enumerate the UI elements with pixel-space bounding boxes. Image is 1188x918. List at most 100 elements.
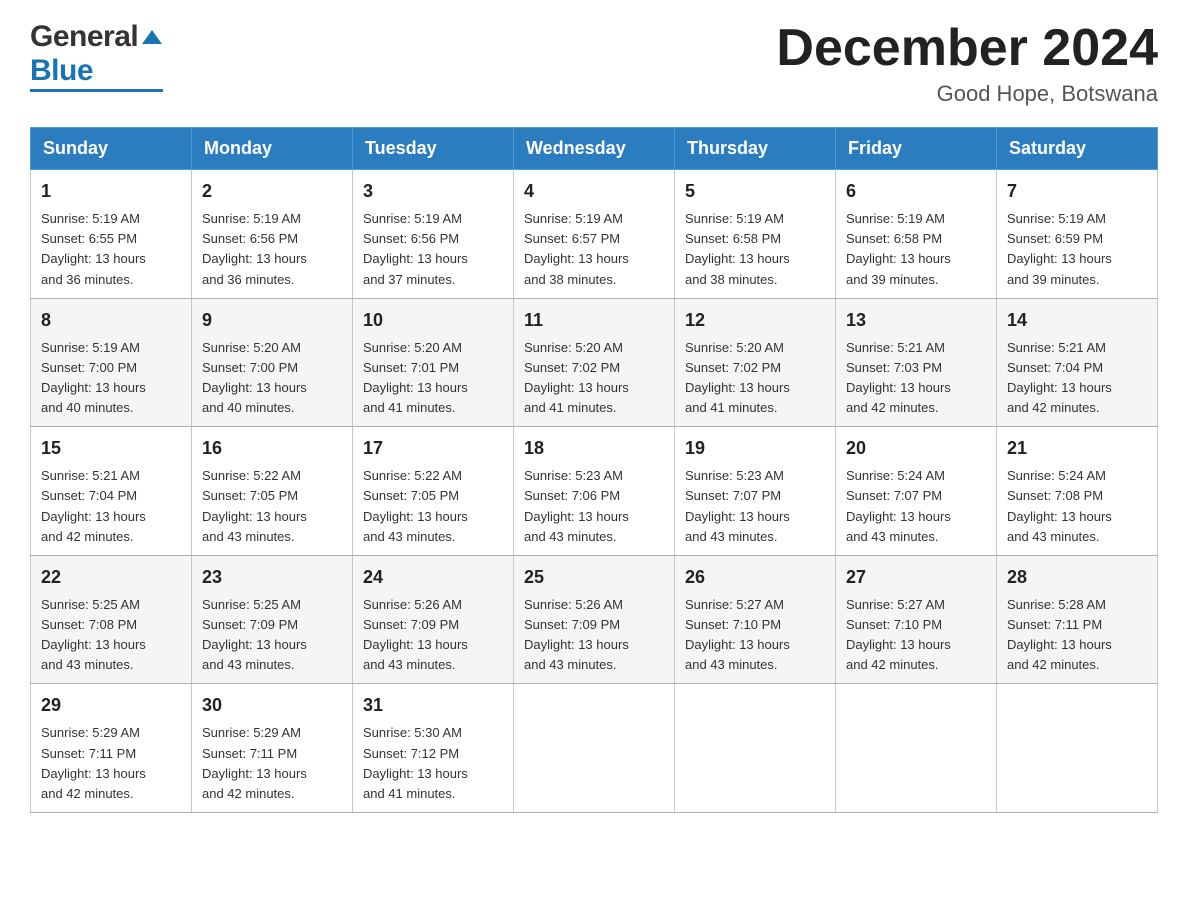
day-number: 28 [1007, 564, 1147, 591]
calendar-cell: 4Sunrise: 5:19 AMSunset: 6:57 PMDaylight… [514, 170, 675, 299]
calendar-cell: 30 Sunrise: 5:29 AMSunset: 7:11 PMDayligh… [192, 684, 353, 813]
day-info: Sunrise: 5:20 AMSunset: 7:02 PMDaylight:… [685, 338, 825, 419]
day-number: 29 [41, 692, 181, 719]
calendar-cell: 31 Sunrise: 5:30 AMSunset: 7:12 PMDayligh… [353, 684, 514, 813]
calendar-cell [514, 684, 675, 813]
day-info: Sunrise: 5:20 AMSunset: 7:00 PMDaylight:… [202, 338, 342, 419]
calendar-cell: 13 Sunrise: 5:21 AMSunset: 7:03 PMDayligh… [836, 298, 997, 427]
day-info: Sunrise: 5:19 AMSunset: 6:57 PMDaylight:… [524, 209, 664, 290]
calendar-cell: 27 Sunrise: 5:27 AMSunset: 7:10 PMDayligh… [836, 555, 997, 684]
calendar-cell: 16 Sunrise: 5:22 AMSunset: 7:05 PMDayligh… [192, 427, 353, 556]
week-row-2: 8 Sunrise: 5:19 AMSunset: 7:00 PMDaylight… [31, 298, 1158, 427]
day-number: 18 [524, 435, 664, 462]
day-number: 13 [846, 307, 986, 334]
logo-arrow-icon [141, 26, 163, 53]
calendar-cell: 23 Sunrise: 5:25 AMSunset: 7:09 PMDayligh… [192, 555, 353, 684]
calendar-cell: 28 Sunrise: 5:28 AMSunset: 7:11 PMDayligh… [997, 555, 1158, 684]
day-number: 22 [41, 564, 181, 591]
day-info: Sunrise: 5:26 AMSunset: 7:09 PMDaylight:… [524, 595, 664, 676]
calendar-title: December 2024 [776, 20, 1158, 77]
day-number: 25 [524, 564, 664, 591]
header: General Blue December 2024 Good Hope, Bo… [30, 20, 1158, 107]
day-info: Sunrise: 5:19 AMSunset: 6:58 PMDaylight:… [685, 209, 825, 290]
title-block: December 2024 Good Hope, Botswana [776, 20, 1158, 107]
day-info: Sunrise: 5:21 AMSunset: 7:04 PMDaylight:… [1007, 338, 1147, 419]
calendar-cell: 5 Sunrise: 5:19 AMSunset: 6:58 PMDaylight… [675, 170, 836, 299]
day-number: 17 [363, 435, 503, 462]
logo-blue-row: Blue [30, 54, 93, 88]
calendar-cell [836, 684, 997, 813]
day-number: 3 [363, 178, 503, 205]
day-info: Sunrise: 5:22 AMSunset: 7:05 PMDaylight:… [202, 466, 342, 547]
logo: General Blue [30, 20, 163, 92]
day-info: Sunrise: 5:20 AMSunset: 7:01 PMDaylight:… [363, 338, 503, 419]
calendar-cell: 18 Sunrise: 5:23 AMSunset: 7:06 PMDayligh… [514, 427, 675, 556]
col-tuesday: Tuesday [353, 128, 514, 170]
calendar-cell: 15Sunrise: 5:21 AMSunset: 7:04 PMDayligh… [31, 427, 192, 556]
day-number: 2 [202, 178, 342, 205]
calendar-subtitle: Good Hope, Botswana [776, 81, 1158, 107]
calendar-cell: 21 Sunrise: 5:24 AMSunset: 7:08 PMDayligh… [997, 427, 1158, 556]
col-wednesday: Wednesday [514, 128, 675, 170]
calendar-cell: 11 Sunrise: 5:20 AMSunset: 7:02 PMDayligh… [514, 298, 675, 427]
day-info: Sunrise: 5:20 AMSunset: 7:02 PMDaylight:… [524, 338, 664, 419]
day-number: 5 [685, 178, 825, 205]
calendar-cell: 17 Sunrise: 5:22 AMSunset: 7:05 PMDayligh… [353, 427, 514, 556]
day-info: Sunrise: 5:25 AMSunset: 7:09 PMDaylight:… [202, 595, 342, 676]
day-number: 6 [846, 178, 986, 205]
day-info: Sunrise: 5:25 AMSunset: 7:08 PMDaylight:… [41, 595, 181, 676]
header-row: Sunday Monday Tuesday Wednesday Thursday… [31, 128, 1158, 170]
day-info: Sunrise: 5:28 AMSunset: 7:11 PMDaylight:… [1007, 595, 1147, 676]
day-number: 1 [41, 178, 181, 205]
calendar-cell: 8 Sunrise: 5:19 AMSunset: 7:00 PMDaylight… [31, 298, 192, 427]
calendar-cell: 12 Sunrise: 5:20 AMSunset: 7:02 PMDayligh… [675, 298, 836, 427]
day-info: Sunrise: 5:23 AMSunset: 7:06 PMDaylight:… [524, 466, 664, 547]
calendar-cell: 25 Sunrise: 5:26 AMSunset: 7:09 PMDayligh… [514, 555, 675, 684]
day-number: 23 [202, 564, 342, 591]
day-info: Sunrise: 5:30 AMSunset: 7:12 PMDaylight:… [363, 723, 503, 804]
calendar-cell: 22 Sunrise: 5:25 AMSunset: 7:08 PMDayligh… [31, 555, 192, 684]
day-number: 16 [202, 435, 342, 462]
col-sunday: Sunday [31, 128, 192, 170]
day-info: Sunrise: 5:19 AMSunset: 6:56 PMDaylight:… [202, 209, 342, 290]
calendar-cell: 20Sunrise: 5:24 AMSunset: 7:07 PMDayligh… [836, 427, 997, 556]
week-row-5: 29 Sunrise: 5:29 AMSunset: 7:11 PMDayligh… [31, 684, 1158, 813]
day-number: 7 [1007, 178, 1147, 205]
day-info: Sunrise: 5:19 AMSunset: 7:00 PMDaylight:… [41, 338, 181, 419]
day-info: Sunrise: 5:21 AMSunset: 7:04 PMDaylight:… [41, 466, 181, 547]
calendar-cell: 7Sunrise: 5:19 AMSunset: 6:59 PMDaylight… [997, 170, 1158, 299]
day-number: 20 [846, 435, 986, 462]
col-monday: Monday [192, 128, 353, 170]
col-friday: Friday [836, 128, 997, 170]
col-thursday: Thursday [675, 128, 836, 170]
day-number: 19 [685, 435, 825, 462]
day-info: Sunrise: 5:23 AMSunset: 7:07 PMDaylight:… [685, 466, 825, 547]
day-info: Sunrise: 5:27 AMSunset: 7:10 PMDaylight:… [846, 595, 986, 676]
day-number: 12 [685, 307, 825, 334]
day-number: 30 [202, 692, 342, 719]
day-number: 26 [685, 564, 825, 591]
day-number: 8 [41, 307, 181, 334]
day-number: 24 [363, 564, 503, 591]
calendar-cell [675, 684, 836, 813]
day-info: Sunrise: 5:29 AMSunset: 7:11 PMDaylight:… [202, 723, 342, 804]
day-number: 10 [363, 307, 503, 334]
calendar-cell: 14Sunrise: 5:21 AMSunset: 7:04 PMDayligh… [997, 298, 1158, 427]
day-number: 21 [1007, 435, 1147, 462]
calendar-cell: 3Sunrise: 5:19 AMSunset: 6:56 PMDaylight… [353, 170, 514, 299]
logo-row: General [30, 20, 163, 54]
calendar-table: Sunday Monday Tuesday Wednesday Thursday… [30, 127, 1158, 813]
day-info: Sunrise: 5:21 AMSunset: 7:03 PMDaylight:… [846, 338, 986, 419]
calendar-cell: 1Sunrise: 5:19 AMSunset: 6:55 PMDaylight… [31, 170, 192, 299]
page: General Blue December 2024 Good Hope, Bo… [0, 0, 1188, 833]
day-number: 11 [524, 307, 664, 334]
day-info: Sunrise: 5:27 AMSunset: 7:10 PMDaylight:… [685, 595, 825, 676]
day-number: 31 [363, 692, 503, 719]
logo-blue-text: Blue [30, 54, 93, 88]
day-number: 27 [846, 564, 986, 591]
day-info: Sunrise: 5:29 AMSunset: 7:11 PMDaylight:… [41, 723, 181, 804]
day-info: Sunrise: 5:24 AMSunset: 7:08 PMDaylight:… [1007, 466, 1147, 547]
day-info: Sunrise: 5:22 AMSunset: 7:05 PMDaylight:… [363, 466, 503, 547]
calendar-cell: 6Sunrise: 5:19 AMSunset: 6:58 PMDaylight… [836, 170, 997, 299]
calendar-cell: 9Sunrise: 5:20 AMSunset: 7:00 PMDaylight… [192, 298, 353, 427]
